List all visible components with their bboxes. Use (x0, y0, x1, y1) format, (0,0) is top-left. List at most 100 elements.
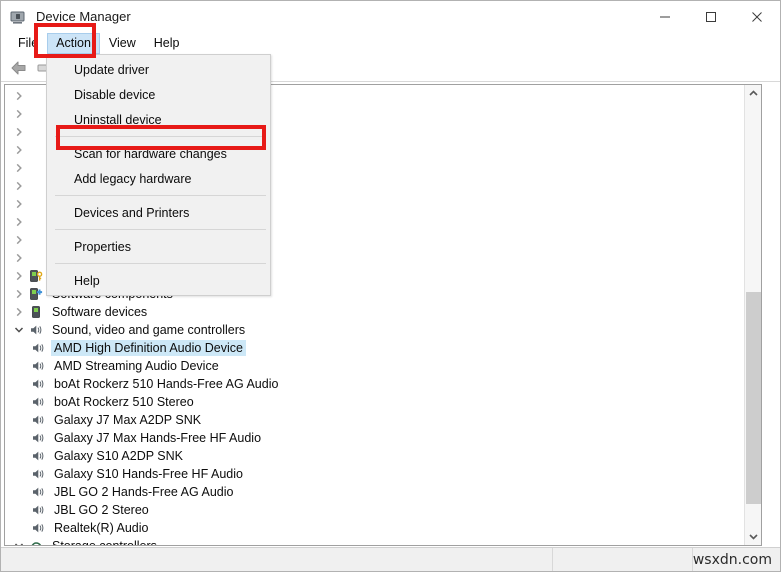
menu-item-add-legacy-hardware[interactable]: Add legacy hardware (47, 166, 270, 191)
speaker-icon (29, 447, 47, 465)
menu-item-label: Scan for hardware changes (74, 146, 227, 161)
tree-row[interactable]: Software devices (5, 303, 745, 321)
tree-row[interactable]: JBL GO 2 Hands-Free AG Audio (5, 483, 745, 501)
menu-help[interactable]: Help (145, 33, 189, 54)
tree-row[interactable]: Galaxy J7 Max A2DP SNK (5, 411, 745, 429)
menu-bar: File Action View Help (1, 32, 780, 54)
window-controls (642, 1, 780, 32)
speaker-icon (29, 429, 47, 447)
scroll-up-arrow-icon[interactable] (745, 85, 761, 102)
chevron-right-icon[interactable] (11, 177, 27, 195)
device-manager-window: Device Manager File Action View Help Sof… (0, 0, 781, 572)
chevron-right-icon[interactable] (11, 141, 27, 159)
chevron-right-icon[interactable] (11, 249, 27, 267)
software-device-icon (27, 303, 45, 321)
chevron-right-icon[interactable] (11, 159, 27, 177)
tree-row-label: Galaxy S10 Hands-Free HF Audio (54, 467, 243, 481)
speaker-icon (29, 411, 47, 429)
software-component-icon (27, 285, 45, 303)
status-pane-2 (553, 548, 693, 571)
scrollbar-thumb[interactable] (746, 292, 761, 504)
menu-item-label: Devices and Printers (74, 205, 190, 220)
chevron-down-icon[interactable] (11, 321, 27, 339)
menu-item-disable-device[interactable]: Disable device (47, 82, 270, 107)
chevron-right-icon[interactable] (11, 231, 27, 249)
scroll-down-arrow-icon[interactable] (745, 528, 761, 545)
storage-controller-icon (27, 537, 45, 545)
menu-item-scan-for-hardware-changes[interactable]: Scan for hardware changes (47, 141, 270, 166)
menu-file[interactable]: File (9, 33, 47, 54)
tree-row-selected[interactable]: AMD High Definition Audio Device (5, 339, 745, 357)
menu-separator (55, 229, 266, 230)
menu-item-label: Uninstall device (74, 112, 162, 127)
menu-separator (55, 136, 266, 137)
speaker-icon (29, 465, 47, 483)
speaker-icon (29, 483, 47, 501)
tree-row-label: Sound, video and game controllers (52, 323, 246, 337)
menu-item-label: Update driver (74, 62, 150, 77)
tree-row[interactable]: Realtek(R) Audio (5, 519, 745, 537)
window-title: Device Manager (36, 9, 131, 24)
status-bar: wsxdn.com (1, 547, 780, 571)
back-arrow-icon[interactable] (7, 57, 31, 79)
speaker-icon (29, 339, 47, 357)
tree-row[interactable]: boAt Rockerz 510 Stereo (5, 393, 745, 411)
tree-row[interactable]: Storage controllers (5, 537, 745, 546)
maximize-icon[interactable] (688, 1, 734, 32)
title-bar: Device Manager (1, 1, 780, 32)
menu-item-update-driver[interactable]: Update driver (47, 57, 270, 82)
tree-row[interactable]: AMD Streaming Audio Device (5, 357, 745, 375)
speaker-icon (27, 321, 45, 339)
menu-item-uninstall-device[interactable]: Uninstall device (47, 107, 270, 132)
menu-item-label: Properties (74, 239, 131, 254)
chevron-right-icon[interactable] (11, 285, 27, 303)
tree-row-label: Galaxy J7 Max Hands-Free HF Audio (54, 431, 262, 445)
menu-item-label: Add legacy hardware (74, 171, 192, 186)
minimize-icon[interactable] (642, 1, 688, 32)
action-dropdown-menu: Update driver Disable device Uninstall dev… (46, 54, 271, 296)
menu-item-properties[interactable]: Properties (47, 234, 270, 259)
tree-row[interactable]: Galaxy S10 A2DP SNK (5, 447, 745, 465)
tree-row-label: boAt Rockerz 510 Hands-Free AG Audio (54, 377, 279, 391)
tree-row[interactable]: boAt Rockerz 510 Hands-Free AG Audio (5, 375, 745, 393)
tree-row-label: Software devices (52, 305, 148, 319)
speaker-icon (29, 357, 47, 375)
status-pane-1 (1, 548, 554, 571)
chevron-right-icon[interactable] (11, 303, 27, 321)
tree-row-label: AMD Streaming Audio Device (54, 359, 219, 373)
menu-view[interactable]: View (100, 33, 145, 54)
chevron-down-icon[interactable] (11, 537, 27, 545)
chevron-right-icon[interactable] (11, 213, 27, 231)
menu-item-devices-and-printers[interactable]: Devices and Printers (47, 200, 270, 225)
speaker-icon (29, 501, 47, 519)
tree-row[interactable]: Sound, video and game controllers (5, 321, 745, 339)
security-device-icon (27, 267, 45, 285)
menu-separator (55, 263, 266, 264)
speaker-icon (29, 375, 47, 393)
chevron-right-icon[interactable] (11, 195, 27, 213)
vertical-scrollbar[interactable] (744, 85, 761, 545)
menu-item-label: Disable device (74, 87, 156, 102)
tree-row[interactable]: Galaxy J7 Max Hands-Free HF Audio (5, 429, 745, 447)
tree-row-label: Galaxy S10 A2DP SNK (54, 449, 184, 463)
tree-row-label: Realtek(R) Audio (54, 521, 149, 535)
tree-row-label: Galaxy J7 Max A2DP SNK (54, 413, 202, 427)
chevron-right-icon[interactable] (11, 105, 27, 123)
watermark-text: wsxdn.com (692, 551, 772, 568)
tree-row-label: JBL GO 2 Stereo (54, 503, 149, 517)
tree-row-label: Storage controllers (52, 539, 157, 546)
menu-separator (55, 195, 266, 196)
menu-item-label: Help (74, 273, 100, 288)
tree-row[interactable]: Galaxy S10 Hands-Free HF Audio (5, 465, 745, 483)
chevron-right-icon[interactable] (11, 267, 27, 285)
close-icon[interactable] (734, 1, 780, 32)
chevron-right-icon[interactable] (11, 87, 27, 105)
tree-row[interactable]: JBL GO 2 Stereo (5, 501, 745, 519)
speaker-icon (29, 393, 47, 411)
chevron-right-icon[interactable] (11, 123, 27, 141)
menu-item-help[interactable]: Help (47, 268, 270, 293)
speaker-icon (29, 519, 47, 537)
device-manager-icon (9, 8, 27, 26)
tree-row-label: AMD High Definition Audio Device (51, 340, 246, 356)
menu-action[interactable]: Action (47, 32, 100, 54)
